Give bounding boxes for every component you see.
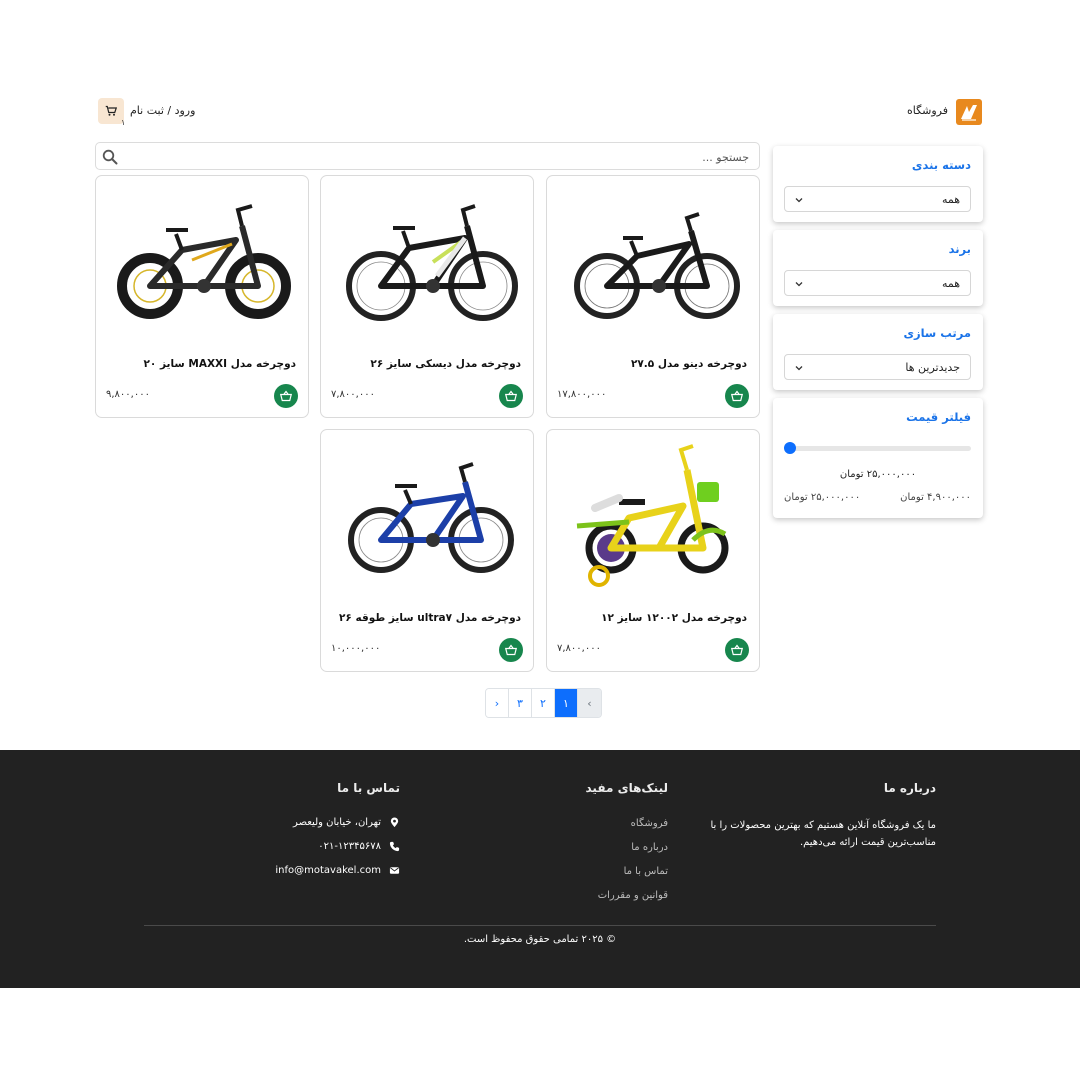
footer-link-about[interactable]: درباره ما [631, 842, 668, 853]
price-filter-title: فیلتر قیمت [906, 410, 971, 424]
category-select-value: همه [941, 193, 960, 206]
product-price: ۱۷,۸۰۰,۰۰۰ [557, 389, 607, 400]
footer-divider [144, 925, 936, 926]
product-title[interactable]: دوچرخه دینو مدل ۲۷.۵ [631, 358, 747, 370]
product-card[interactable]: دوچرخه مدل ultra۷ سایز طوقه ۲۶ ۱۰,۰۰۰,۰۰… [320, 429, 534, 672]
basket-icon [731, 644, 743, 656]
basket-icon [731, 390, 743, 402]
footer-link-shop[interactable]: فروشگاه [631, 818, 668, 829]
product-card[interactable]: دوچرخه مدل ۱۲۰۰۲ سایز ۱۲ ۷,۸۰۰,۰۰۰ [546, 429, 760, 672]
product-title[interactable]: دوچرخه مدل دیسکی سایز ۲۶ [370, 358, 521, 370]
basket-icon [280, 390, 292, 402]
footer-phone: ۰۲۱-۱۲۳۴۵۶۷۸ [318, 841, 400, 852]
footer-copyright: © ۲۰۲۵ تمامی حقوق محفوظ است. [463, 934, 617, 945]
product-card[interactable]: دوچرخه دینو مدل ۲۷.۵ ۱۷,۸۰۰,۰۰۰ [546, 175, 760, 418]
product-price: ۷,۸۰۰,۰۰۰ [331, 389, 375, 400]
footer-links-title: لینک‌های مفید [585, 781, 669, 795]
footer-about-text: ما یک فروشگاه آنلاین هستیم که بهترین محص… [710, 820, 936, 848]
product-price: ۱۰,۰۰۰,۰۰۰ [331, 643, 381, 654]
chevron-down-icon [795, 366, 803, 371]
add-to-cart-button[interactable] [499, 384, 523, 408]
brand-filter-card: برند همه [773, 230, 983, 306]
price-current-value: ۲۵,۰۰۰,۰۰۰ تومان [839, 469, 917, 480]
footer-address-text: تهران، خیابان ولیعصر [293, 817, 381, 828]
search-input[interactable] [149, 148, 749, 166]
phone-icon [389, 841, 400, 852]
store-logo[interactable] [956, 99, 982, 125]
pagination-page-3[interactable]: ۳ [509, 689, 532, 717]
add-to-cart-button[interactable] [499, 638, 523, 662]
add-to-cart-button[interactable] [725, 384, 749, 408]
logo-mark-icon [961, 105, 977, 121]
pagination: › ۳ ۲ ۱ ‹ [485, 688, 602, 718]
footer-email-text[interactable]: info@motavakel.com [275, 865, 381, 876]
chevron-down-icon [795, 198, 803, 203]
pagination-page-1[interactable]: ۱ [555, 689, 578, 717]
login-register-link[interactable]: ورود / ثبت نام [130, 104, 195, 117]
price-filter-card: فیلتر قیمت ۲۵,۰۰۰,۰۰۰ تومان ۴,۹۰۰,۰۰۰ تو… [773, 398, 983, 518]
location-pin-icon [390, 817, 399, 828]
sort-select[interactable]: جدیدترین ها [784, 354, 971, 380]
product-card[interactable]: دوچرخه مدل دیسکی سایز ۲۶ ۷,۸۰۰,۰۰۰ [320, 175, 534, 418]
brand-select[interactable]: همه [784, 270, 971, 296]
basket-icon [505, 644, 517, 656]
product-image-yellow-kids-bike [576, 444, 729, 587]
price-slider-track[interactable] [789, 446, 971, 451]
product-title[interactable]: دوچرخه مدل ultra۷ سایز طوقه ۲۶ [339, 612, 521, 624]
add-to-cart-button[interactable] [725, 638, 749, 662]
basket-icon [505, 390, 517, 402]
footer-link-terms[interactable]: قوانین و مقررات [598, 890, 668, 901]
brand-filter-title: برند [948, 242, 971, 256]
sort-filter-title: مرتب سازی [903, 326, 971, 340]
product-image-black-white-mountain-bike [346, 204, 518, 321]
site-footer: درباره ما ما یک فروشگاه آنلاین هستیم که … [0, 750, 1080, 988]
footer-address: تهران، خیابان ولیعصر [293, 817, 400, 828]
product-title[interactable]: دوچرخه مدل MAXXI سایز ۲۰ [143, 358, 296, 370]
category-filter-card: دسته بندی همه [773, 146, 983, 222]
envelope-icon [389, 867, 400, 874]
price-slider-handle[interactable] [784, 442, 796, 454]
category-filter-title: دسته بندی [911, 158, 971, 172]
price-max-label: ۲۵,۰۰۰,۰۰۰ تومان [784, 492, 861, 503]
cart-count-badge: ۱ [121, 118, 126, 127]
pagination-next[interactable]: › [486, 689, 509, 717]
product-title[interactable]: دوچرخه مدل ۱۲۰۰۲ سایز ۱۲ [601, 612, 747, 624]
product-price: ۹,۸۰۰,۰۰۰ [106, 389, 150, 400]
price-min-label: ۴,۹۰۰,۰۰۰ تومان [900, 492, 971, 503]
sort-filter-card: مرتب سازی جدیدترین ها [773, 314, 983, 390]
sort-select-value: جدیدترین ها [905, 361, 960, 374]
search-bar [95, 142, 760, 170]
product-image-black-mountain-bike [574, 212, 740, 319]
add-to-cart-button[interactable] [274, 384, 298, 408]
footer-about-title: درباره ما [883, 781, 936, 795]
brand-select-value: همه [941, 277, 960, 290]
pagination-page-2[interactable]: ۲ [532, 689, 555, 717]
footer-link-contact[interactable]: تماس با ما [624, 866, 668, 877]
store-name[interactable]: فروشگاه [907, 104, 948, 117]
chevron-down-icon [795, 282, 803, 287]
footer-contact-title: تماس با ما [337, 781, 400, 795]
pagination-prev[interactable]: ‹ [578, 689, 601, 717]
product-image-fat-tire-bike [117, 204, 291, 319]
category-select[interactable]: همه [784, 186, 971, 212]
search-icon[interactable] [102, 149, 118, 165]
product-price: ۷,۸۰۰,۰۰۰ [557, 643, 601, 654]
product-card[interactable]: دوچرخه مدل MAXXI سایز ۲۰ ۹,۸۰۰,۰۰۰ [95, 175, 309, 418]
footer-phone-text: ۰۲۱-۱۲۳۴۵۶۷۸ [318, 841, 381, 852]
footer-email: info@motavakel.com [275, 865, 400, 876]
product-image-blue-mountain-bike [348, 462, 514, 573]
cart-icon [105, 105, 117, 116]
